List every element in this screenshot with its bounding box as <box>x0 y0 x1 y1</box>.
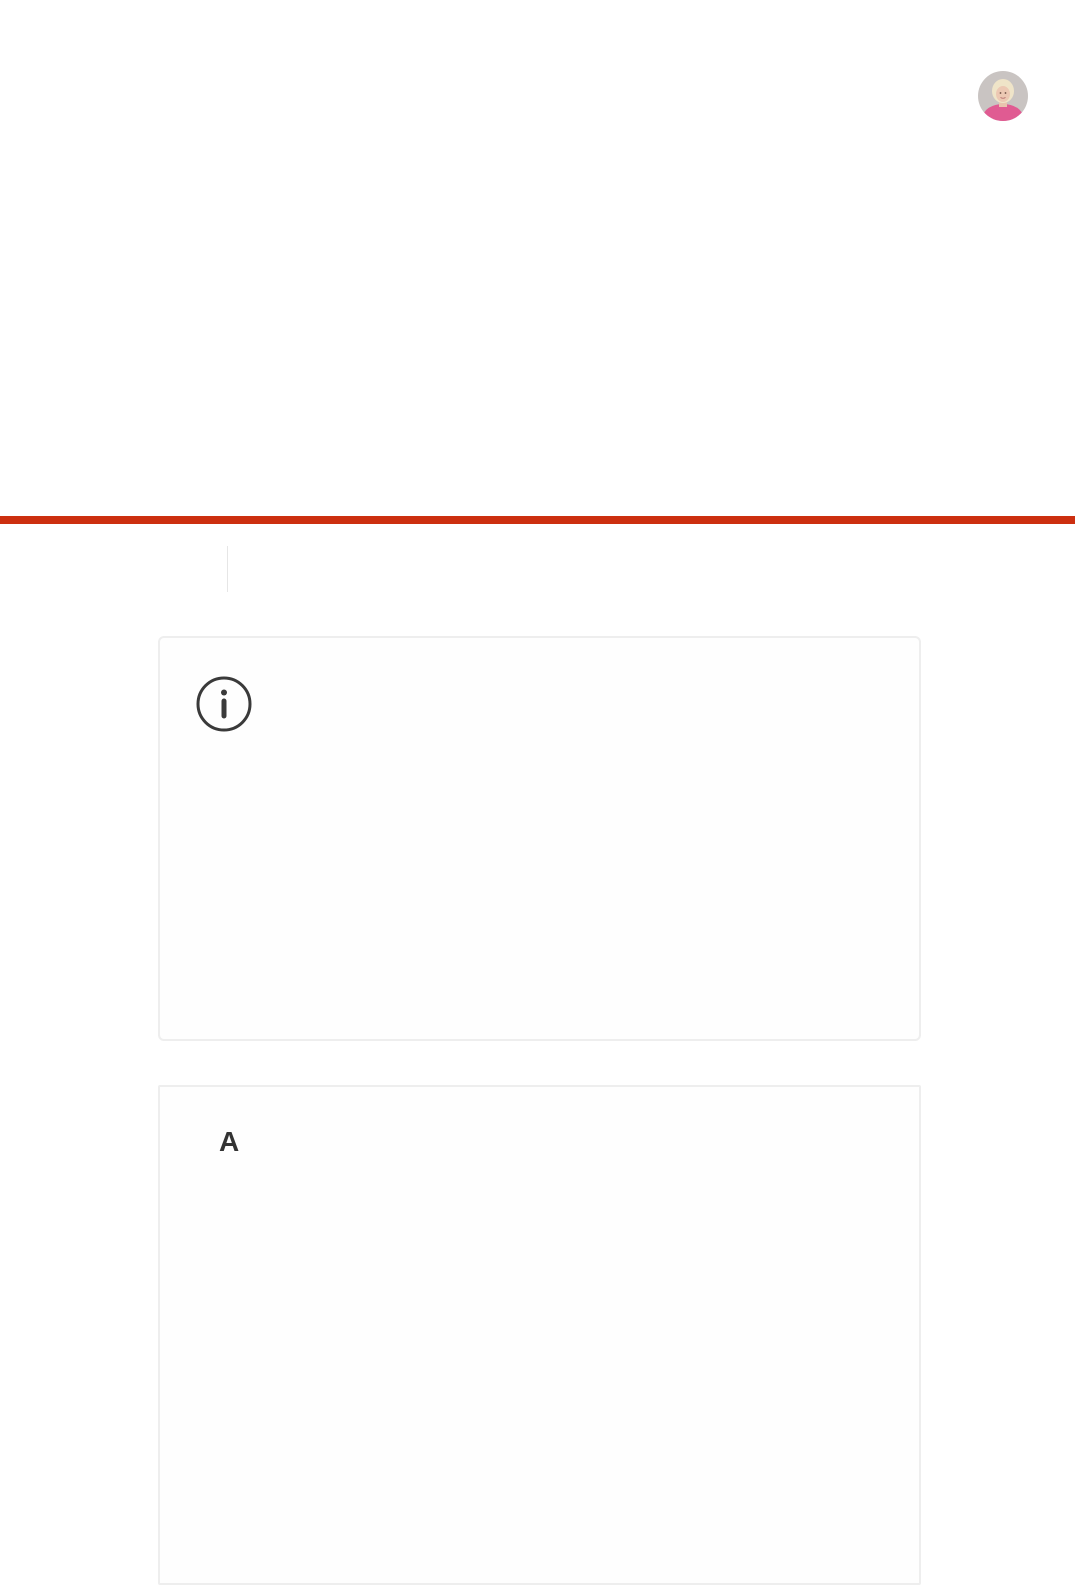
vertical-divider <box>227 546 228 592</box>
info-icon <box>195 675 253 733</box>
user-avatar[interactable] <box>978 71 1028 121</box>
letter-heading: A <box>219 1126 240 1157</box>
user-avatar-photo <box>978 71 1028 121</box>
info-card <box>158 636 921 1041</box>
letter-card: A <box>158 1085 921 1585</box>
accent-divider-bar <box>0 516 1075 524</box>
